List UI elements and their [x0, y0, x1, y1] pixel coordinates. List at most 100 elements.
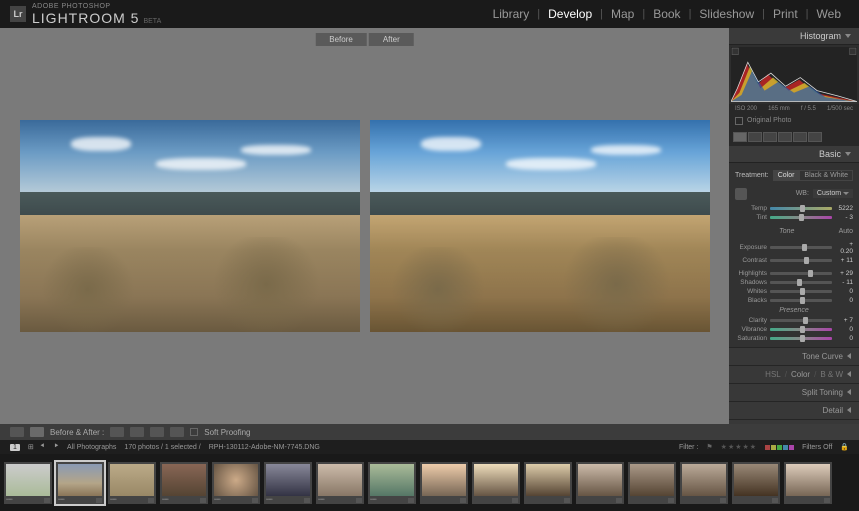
wb-value[interactable]: Custom: [813, 189, 853, 198]
thumbnail[interactable]: •••••: [212, 462, 260, 504]
brush-tool-icon[interactable]: [808, 132, 822, 142]
thumbnail[interactable]: [628, 462, 676, 504]
redeye-tool-icon[interactable]: [763, 132, 777, 142]
thumbnail[interactable]: •••••: [4, 462, 52, 504]
highlights-value[interactable]: + 29: [835, 270, 853, 277]
vibrance-slider[interactable]: [770, 328, 832, 331]
right-panel: Histogram ISO 200165 mmf / 5.51/500 sec …: [729, 28, 859, 424]
nav-library[interactable]: Library: [485, 7, 538, 21]
thumbnail[interactable]: [524, 462, 572, 504]
photo-count: 170 photos / 1 selected /: [124, 444, 200, 451]
thumbnail[interactable]: •••••: [160, 462, 208, 504]
brand-beta: BETA: [143, 18, 161, 25]
original-photo-row[interactable]: Original Photo: [729, 114, 859, 128]
nav-fwd-icon[interactable]: ⯈: [53, 443, 59, 451]
temp-slider[interactable]: [770, 207, 832, 210]
blacks-slider[interactable]: [770, 299, 832, 302]
nav-book[interactable]: Book: [645, 7, 688, 21]
soft-proofing-label: Soft Proofing: [204, 428, 250, 437]
contrast-slider[interactable]: [770, 259, 832, 262]
compare-view-icon[interactable]: [30, 427, 44, 437]
filmstrip-header: 1 ⊞ ⯇ ⯈ All Photographs 170 photos / 1 s…: [0, 440, 859, 454]
app-logo: Lr: [10, 6, 26, 22]
nav-web[interactable]: Web: [809, 7, 849, 21]
thumbnail[interactable]: [784, 462, 832, 504]
before-photo: [20, 120, 360, 332]
clarity-slider[interactable]: [770, 319, 832, 322]
filmstrip[interactable]: ••••• ••••• ••••• ••••• ••••• ••••• ••••…: [0, 454, 859, 511]
radial-tool-icon[interactable]: [793, 132, 807, 142]
histogram-header[interactable]: Histogram: [729, 28, 859, 45]
nav-slideshow[interactable]: Slideshow: [691, 7, 762, 21]
tonecurve-header[interactable]: Tone Curve: [729, 347, 859, 365]
blacks-value[interactable]: 0: [835, 297, 853, 304]
spot-tool-icon[interactable]: [748, 132, 762, 142]
contrast-value[interactable]: + 11: [835, 257, 853, 264]
thumbnail[interactable]: •••••: [368, 462, 416, 504]
compare-viewer[interactable]: Before After: [0, 28, 729, 424]
whites-value[interactable]: 0: [835, 288, 853, 295]
thumbnail[interactable]: •••••: [56, 462, 104, 504]
ba-layout1-icon[interactable]: [110, 427, 124, 437]
split-toning-header[interactable]: Split Toning: [729, 383, 859, 401]
after-photo: [370, 120, 710, 332]
toolbar: Before & After : Soft Proofing: [0, 424, 859, 440]
vibrance-value[interactable]: 0: [835, 326, 853, 333]
saturation-value[interactable]: 0: [835, 335, 853, 342]
shadows-slider[interactable]: [770, 281, 832, 284]
thumbnail[interactable]: •••••: [108, 462, 156, 504]
detail-header[interactable]: Detail: [729, 401, 859, 419]
thumbnail[interactable]: [680, 462, 728, 504]
filter-label: Filter :: [679, 444, 698, 451]
collection-name[interactable]: All Photographs: [67, 444, 116, 451]
filter-flag-icon[interactable]: ⚑: [706, 443, 712, 451]
wb-eyedropper-icon[interactable]: [735, 188, 747, 200]
tool-strip: [729, 128, 859, 146]
gradient-tool-icon[interactable]: [778, 132, 792, 142]
tint-slider[interactable]: [770, 216, 832, 219]
thumbnail[interactable]: [576, 462, 624, 504]
crop-tool-icon[interactable]: [733, 132, 747, 142]
treatment-bw[interactable]: Black & White: [799, 170, 853, 181]
monitor-badge[interactable]: 1: [10, 444, 20, 451]
mode-label: Before & After :: [50, 428, 104, 437]
ba-swap-icon[interactable]: [150, 427, 164, 437]
thumbnail[interactable]: •••••: [264, 462, 312, 504]
wb-label: WB:: [751, 190, 809, 197]
exposure-slider[interactable]: [770, 246, 832, 249]
temp-value[interactable]: 5222: [835, 205, 853, 212]
nav-print[interactable]: Print: [765, 7, 806, 21]
thumbnail[interactable]: [472, 462, 520, 504]
exposure-value[interactable]: + 0.20: [835, 241, 853, 255]
grid-icon[interactable]: ⊞: [28, 443, 32, 451]
thumbnail[interactable]: [420, 462, 468, 504]
basic-header[interactable]: Basic: [729, 146, 859, 163]
ba-layout2-icon[interactable]: [130, 427, 144, 437]
histogram-chart[interactable]: [731, 47, 857, 102]
loupe-view-icon[interactable]: [10, 427, 24, 437]
auto-tone-button[interactable]: Auto: [839, 228, 853, 235]
ba-copy-icon[interactable]: [170, 427, 184, 437]
thumbnail[interactable]: •••••: [316, 462, 364, 504]
after-label: After: [369, 33, 414, 46]
thumbnail[interactable]: [732, 462, 780, 504]
nav-develop[interactable]: Develop: [540, 7, 600, 21]
filter-colors[interactable]: [765, 445, 794, 450]
tint-value[interactable]: - 3: [835, 214, 853, 221]
nav-map[interactable]: Map: [603, 7, 642, 21]
module-nav: Library| Develop| Map| Book| Slideshow| …: [485, 7, 849, 21]
nav-back-icon[interactable]: ⯇: [40, 443, 46, 451]
highlights-slider[interactable]: [770, 272, 832, 275]
filter-stars[interactable]: ★★★★★: [721, 443, 757, 451]
filters-off[interactable]: Filters Off: [802, 444, 832, 451]
shadows-value[interactable]: - 11: [835, 279, 853, 286]
treatment-color[interactable]: Color: [773, 170, 800, 181]
filter-lock-icon[interactable]: 🔒: [840, 443, 849, 451]
treatment-label: Treatment:: [735, 172, 769, 179]
hsl-header[interactable]: HSL/Color/B & W: [729, 365, 859, 383]
saturation-slider[interactable]: [770, 337, 832, 340]
lens-corrections-header[interactable]: Lens Corrections: [729, 419, 859, 425]
soft-proofing-checkbox[interactable]: [190, 428, 198, 436]
whites-slider[interactable]: [770, 290, 832, 293]
clarity-value[interactable]: + 7: [835, 317, 853, 324]
